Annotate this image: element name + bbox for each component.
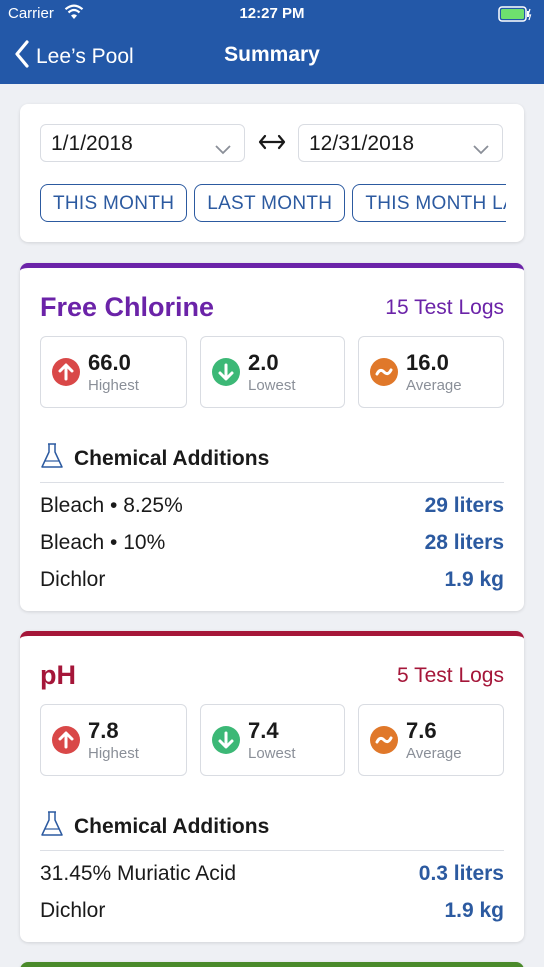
arrow-down-icon	[212, 726, 240, 754]
stat-label: Lowest	[248, 377, 296, 394]
stat-label: Lowest	[248, 745, 296, 762]
stat-highest: 66.0 Highest	[40, 336, 187, 408]
page-title: Summary	[224, 43, 320, 66]
chemical-name: 31.45% Muriatic Acid	[40, 862, 237, 885]
flask-icon	[40, 442, 64, 475]
chemical-amount: 29 liters	[424, 494, 504, 517]
stat-highest: 7.8 Highest	[40, 704, 187, 776]
test-log-count[interactable]: 15 Test Logs	[385, 296, 504, 320]
additions-title: Chemical Additions	[74, 446, 270, 470]
arrow-up-icon	[52, 726, 80, 754]
stat-label: Average	[406, 377, 462, 394]
battery-icon	[498, 6, 532, 26]
stat-value: 16.0	[406, 350, 449, 375]
divider	[40, 850, 504, 851]
stats-row: 66.0 Highest 2.0 Lowest 16.0 Average	[40, 336, 504, 408]
chemical-name: Bleach • 10%	[40, 531, 166, 554]
addition-row: Bleach • 10% 28 liters	[40, 527, 504, 557]
status-time: 12:27 PM	[239, 5, 305, 22]
end-date-value: 12/31/2018	[309, 132, 415, 155]
chemical-name: Dichlor	[40, 899, 106, 922]
divider	[40, 482, 504, 483]
status-bar: Carrier 12:27 PM	[0, 0, 544, 28]
chemical-amount: 28 liters	[424, 531, 504, 554]
chip-this-month-last-year[interactable]: THIS MONTH LAST YEAR	[352, 184, 506, 222]
card-title: pH	[40, 660, 76, 690]
start-date-value: 1/1/2018	[51, 132, 133, 155]
chemical-amount: 1.9 kg	[444, 568, 504, 591]
chemical-amount: 1.9 kg	[444, 899, 504, 922]
chip-this-month[interactable]: THIS MONTH	[40, 184, 188, 222]
stat-average: 7.6 Average	[358, 704, 504, 776]
stat-label: Highest	[88, 745, 139, 762]
double-arrow-icon	[258, 132, 286, 157]
start-date-select[interactable]: 1/1/2018	[40, 124, 245, 162]
addition-row: Dichlor 1.9 kg	[40, 895, 504, 925]
end-date-select[interactable]: 12/31/2018	[298, 124, 503, 162]
chemical-amount: 0.3 liters	[418, 862, 504, 885]
test-log-count[interactable]: 5 Test Logs	[397, 664, 504, 688]
additions-title: Chemical Additions	[74, 814, 270, 838]
free-chlorine-card: Free Chlorine 15 Test Logs 66.0 Highest …	[20, 263, 524, 611]
chemical-name: Dichlor	[40, 568, 106, 591]
addition-row: Bleach • 8.25% 29 liters	[40, 490, 504, 520]
flask-icon	[40, 810, 64, 843]
stat-label: Average	[406, 745, 462, 762]
stats-row: 7.8 Highest 7.4 Lowest 7.6 Average	[40, 704, 504, 776]
chemical-name: Bleach • 8.25%	[40, 494, 183, 517]
chemical-additions-header: Chemical Additions	[40, 442, 269, 475]
chemical-additions-header: Chemical Additions	[40, 810, 269, 843]
range-preset-chips: THIS MONTHLAST MONTHTHIS MONTH LAST YEAR	[40, 184, 506, 224]
chevron-down-icon	[214, 137, 232, 161]
stat-value: 2.0	[248, 350, 279, 375]
stat-value: 7.4	[248, 718, 279, 743]
arrow-up-icon	[52, 358, 80, 386]
card-title: Free Chlorine	[40, 292, 215, 322]
stat-value: 7.6	[406, 718, 437, 743]
stat-lowest: 2.0 Lowest	[200, 336, 345, 408]
stat-value: 7.8	[88, 718, 119, 743]
nav-bar: Lee’s Pool Summary	[0, 28, 544, 84]
arrow-down-icon	[212, 358, 240, 386]
approx-icon	[370, 726, 398, 754]
stat-label: Highest	[88, 377, 139, 394]
approx-icon	[370, 358, 398, 386]
ph-card: pH 5 Test Logs 7.8 Highest 7.4 Lowest 7.…	[20, 631, 524, 942]
date-range-card: 1/1/2018 12/31/2018 THIS MONTH LAST MONTH…	[20, 104, 524, 242]
addition-row: Dichlor 1.9 kg	[40, 564, 504, 594]
stat-value: 66.0	[88, 350, 131, 375]
stat-average: 16.0 Average	[358, 336, 504, 408]
chip-last-month[interactable]: LAST MONTH	[194, 184, 346, 222]
addition-row: 31.45% Muriatic Acid 0.3 liters	[40, 858, 504, 888]
stat-lowest: 7.4 Lowest	[200, 704, 345, 776]
chevron-down-icon	[472, 137, 490, 161]
next-metric-card	[20, 962, 524, 967]
